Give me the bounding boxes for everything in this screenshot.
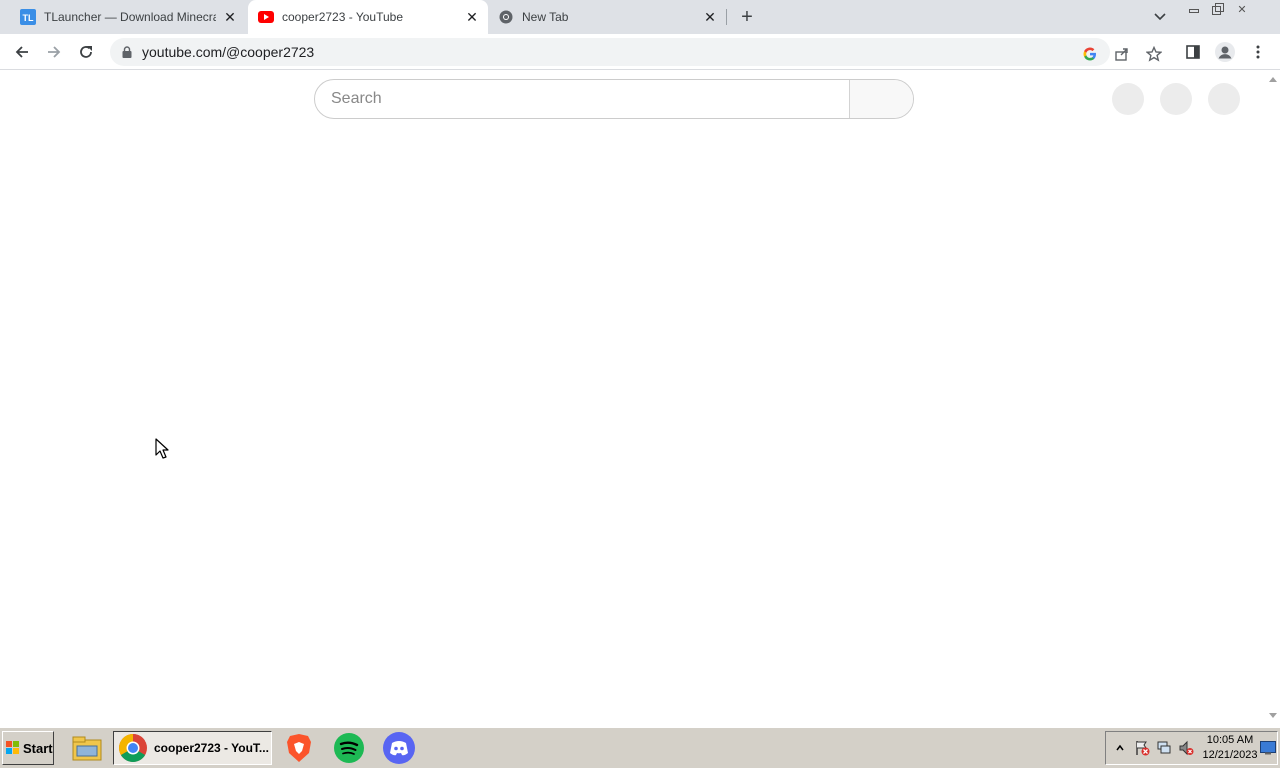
share-icon[interactable]: [1112, 44, 1132, 64]
tab-youtube[interactable]: cooper2723 - YouTube ✕: [248, 0, 488, 34]
address-bar[interactable]: youtube.com/@cooper2723: [110, 38, 1162, 66]
tab-title: cooper2723 - YouTube: [282, 10, 403, 24]
taskbar: Start cooper2723 - YouT... 10:05 AM 12/2…: [0, 726, 1280, 768]
notifications-button-placeholder[interactable]: [1160, 83, 1192, 115]
forward-arrow-icon[interactable]: [42, 40, 66, 64]
start-label: Start: [23, 740, 53, 756]
chrome-taskbar-button[interactable]: cooper2723 - YouT...: [113, 731, 272, 765]
window-controls: ✕: [1182, 0, 1254, 18]
tab-search-chevron-icon[interactable]: [1150, 7, 1170, 27]
restore-icon[interactable]: [1206, 0, 1230, 18]
tab-new-tab[interactable]: New Tab ✕: [488, 0, 726, 34]
show-hidden-icons-chevron-icon[interactable]: [1112, 740, 1128, 756]
file-explorer-icon[interactable]: [70, 731, 104, 765]
close-window-icon[interactable]: ✕: [1230, 0, 1254, 18]
close-tab-icon[interactable]: ✕: [222, 9, 238, 25]
windows-flag-icon: [6, 741, 19, 754]
bookmark-star-icon[interactable]: [1144, 44, 1164, 64]
profile-avatar-icon[interactable]: [1213, 40, 1237, 64]
tab-title: TLauncher — Download Minecraft L: [44, 10, 216, 24]
page-scrollbar[interactable]: [1266, 71, 1280, 724]
clock-time: 10:05 AM: [1206, 734, 1254, 746]
tab-separator: [726, 9, 727, 25]
start-button[interactable]: Start: [2, 731, 54, 765]
tab-strip: TL TLauncher — Download Minecraft L ✕ co…: [0, 0, 1280, 34]
chrome-icon: [498, 9, 514, 25]
scroll-up-arrow-icon[interactable]: [1269, 77, 1277, 82]
show-desktop-icon[interactable]: [1260, 741, 1276, 755]
back-arrow-icon[interactable]: [10, 40, 34, 64]
browser-toolbar: youtube.com/@cooper2723: [0, 34, 1280, 70]
reload-icon[interactable]: [74, 40, 98, 64]
lock-icon[interactable]: [120, 45, 134, 59]
active-window-label: cooper2723 - YouT...: [154, 741, 269, 755]
tab-title: New Tab: [522, 10, 569, 24]
chrome-icon: [119, 734, 147, 762]
system-clock[interactable]: 10:05 AM 12/21/2023: [1198, 733, 1262, 763]
account-avatar-placeholder[interactable]: [1208, 83, 1240, 115]
tab-tlauncher[interactable]: TL TLauncher — Download Minecraft L ✕: [0, 0, 246, 34]
brave-icon[interactable]: [284, 731, 314, 765]
volume-muted-icon[interactable]: [1178, 740, 1194, 756]
action-center-flag-icon[interactable]: [1134, 740, 1150, 756]
spotify-icon[interactable]: [332, 731, 366, 765]
search-input[interactable]: [315, 80, 849, 118]
discord-icon[interactable]: [382, 731, 416, 765]
clock-date: 12/21/2023: [1202, 749, 1258, 761]
close-tab-icon[interactable]: ✕: [702, 9, 718, 25]
network-icon[interactable]: [1156, 740, 1172, 756]
url-text[interactable]: youtube.com/@cooper2723: [142, 44, 314, 60]
tlauncher-icon: TL: [20, 9, 36, 25]
youtube-search-box: [314, 79, 914, 119]
new-tab-button[interactable]: +: [736, 6, 758, 28]
close-tab-icon[interactable]: ✕: [464, 9, 480, 25]
side-panel-icon[interactable]: [1181, 40, 1205, 64]
youtube-page: [0, 71, 1266, 724]
google-icon[interactable]: [1080, 44, 1100, 64]
create-button-placeholder[interactable]: [1112, 83, 1144, 115]
youtube-icon: [258, 9, 274, 25]
svg-text:TL: TL: [23, 13, 34, 23]
scroll-down-arrow-icon[interactable]: [1269, 713, 1277, 718]
minimize-icon[interactable]: [1182, 0, 1206, 18]
search-button[interactable]: [849, 80, 913, 118]
more-menu-icon[interactable]: [1246, 40, 1270, 64]
mouse-cursor-icon: [155, 438, 169, 459]
